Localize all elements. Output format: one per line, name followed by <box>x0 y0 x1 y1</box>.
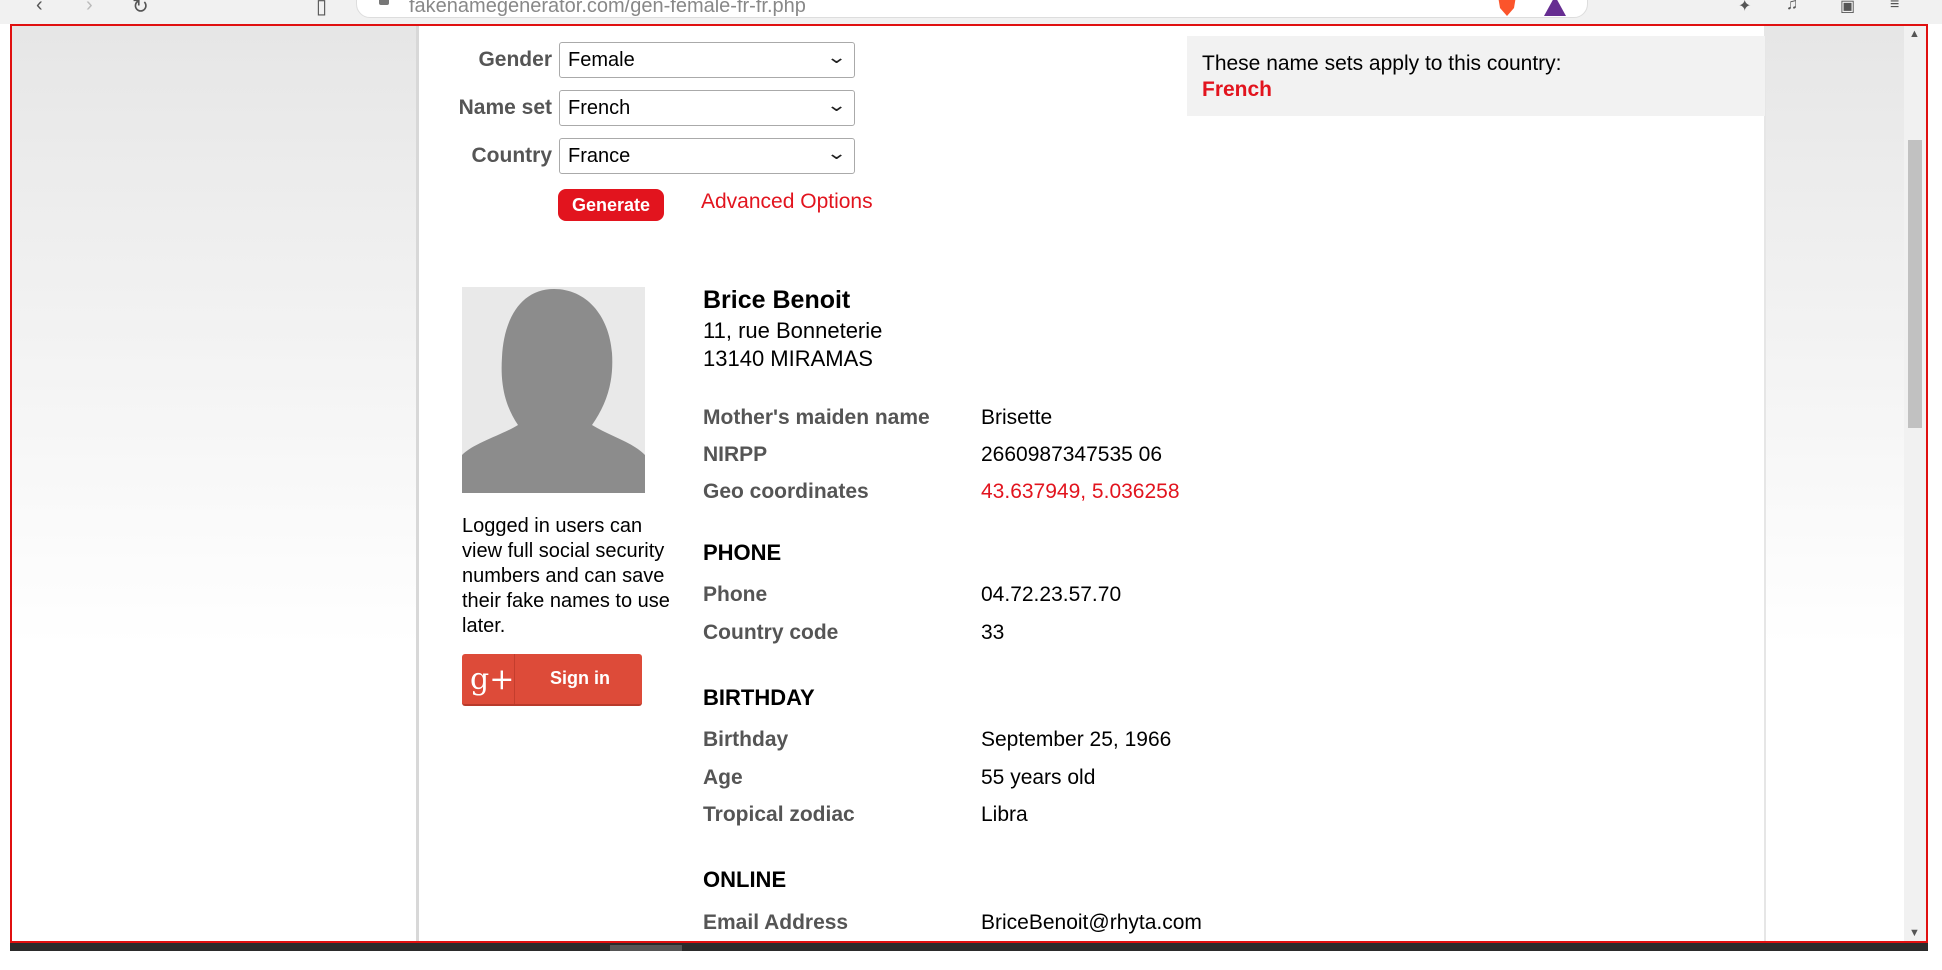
detail-label: Age <box>703 766 743 789</box>
login-info-text: Logged in users can view full social sec… <box>462 515 670 637</box>
detail-label: Email Address <box>703 911 849 934</box>
silhouette-icon <box>462 287 645 493</box>
lock-icon <box>379 0 389 5</box>
page-viewport: Gender Female ⌄ Name set French ⌄ Countr… <box>12 26 1906 941</box>
gender-select[interactable]: Female ⌄ <box>559 42 855 78</box>
detail-label: Tropical zodiac <box>703 803 855 826</box>
wallet-icon[interactable]: ▣ <box>1840 0 1855 16</box>
advanced-options-link[interactable]: Advanced Options <box>701 190 873 214</box>
person-name: Brice Benoit <box>703 286 851 314</box>
address-line-2: 13140 MIRAMAS <box>703 346 873 371</box>
nameset-info-text: These name sets apply to this country: <box>1202 52 1562 75</box>
section-heading-online: ONLINE <box>703 867 787 892</box>
scroll-up-icon[interactable]: ▲ <box>1909 28 1920 40</box>
section-heading-birthday: BIRTHDAY <box>703 685 815 710</box>
detail-value: 04.72.23.57.70 <box>981 583 1122 606</box>
signin-label: Sign in <box>550 668 610 688</box>
detail-label: Birthday <box>703 728 789 751</box>
nameset-value: French <box>568 97 631 119</box>
bookmark-icon[interactable]: ▯ <box>316 0 327 19</box>
vertical-scrollbar[interactable]: ▲ ▼ <box>1904 26 1926 941</box>
section-heading-phone: PHONE <box>703 540 782 565</box>
chevron-down-icon: ⌄ <box>825 47 848 67</box>
horizontal-scrollbar-thumb[interactable] <box>610 945 682 951</box>
google-signin-button[interactable]: g+ Sign in <box>462 654 642 706</box>
detail-value: 33 <box>981 621 1005 644</box>
address-line-1: 11, rue Bonneterie <box>703 318 883 343</box>
rewards-icon[interactable] <box>1542 0 1568 18</box>
detail-label: Mother's maiden name <box>703 406 930 429</box>
divider <box>514 654 515 704</box>
country-label: Country <box>471 144 553 167</box>
google-plus-icon: g+ <box>470 662 515 697</box>
detail-label: Phone <box>703 583 768 606</box>
reload-icon[interactable]: ↻ <box>132 0 149 19</box>
detail-value: Brisette <box>981 406 1053 429</box>
gender-value: Female <box>568 49 635 71</box>
detail-value: 2660987347535 06 <box>981 443 1163 466</box>
generate-button[interactable]: Generate <box>558 189 664 221</box>
menu-icon[interactable]: ≡ <box>1890 0 1899 14</box>
detail-label: Country code <box>703 621 839 644</box>
chevron-down-icon: ⌄ <box>825 95 848 115</box>
gender-label: Gender <box>478 48 552 71</box>
chevron-down-icon: ⌄ <box>825 143 848 163</box>
nameset-select[interactable]: French ⌄ <box>559 90 855 126</box>
nameset-label: Name set <box>458 96 552 119</box>
avatar <box>462 287 645 493</box>
horizontal-scrollbar[interactable] <box>10 943 1928 951</box>
detail-value: Libra <box>981 803 1028 826</box>
detail-value: BriceBenoit@rhyta.com <box>981 911 1202 934</box>
address-bar[interactable]: fakenamegenerator.com/gen-female-fr-fr.p… <box>356 0 1588 18</box>
nameset-info-box: These name sets apply to this country: F… <box>1187 36 1765 116</box>
detail-value: 55 years old <box>981 766 1096 789</box>
geo-coordinates-link[interactable]: 43.637949, 5.036258 <box>981 480 1180 504</box>
detail-label: NIRPP <box>703 443 768 466</box>
country-value: France <box>568 145 631 167</box>
detail-label: Geo coordinates <box>703 480 869 503</box>
country-select[interactable]: France ⌄ <box>559 138 855 174</box>
brave-shield-icon[interactable] <box>1494 0 1520 18</box>
page-frame: Gender Female ⌄ Name set French ⌄ Countr… <box>10 24 1928 943</box>
detail-value: September 25, 1966 <box>981 728 1172 751</box>
browser-toolbar: ‹ › ↻ ▯ fakenamegenerator.com/gen-female… <box>0 0 1942 24</box>
main-content: Gender Female ⌄ Name set French ⌄ Countr… <box>416 26 1766 941</box>
scroll-down-icon[interactable]: ▼ <box>1909 927 1920 939</box>
extensions-icon[interactable]: ✦ <box>1738 0 1751 16</box>
back-icon[interactable]: ‹ <box>36 0 43 17</box>
nameset-link-french[interactable]: French <box>1202 78 1272 102</box>
forward-icon[interactable]: › <box>86 0 93 17</box>
url-text: fakenamegenerator.com/gen-female-fr-fr.p… <box>409 0 806 17</box>
media-icon[interactable]: ♫ <box>1786 0 1798 14</box>
scrollbar-thumb[interactable] <box>1908 140 1922 428</box>
